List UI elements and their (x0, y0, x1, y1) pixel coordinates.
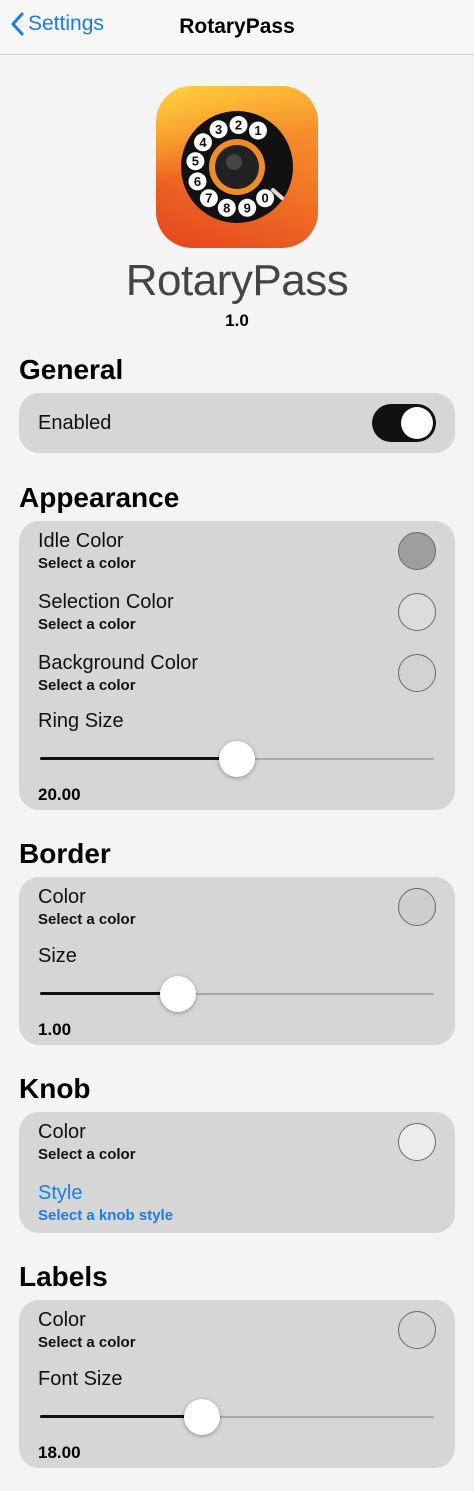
background-color-swatch[interactable] (398, 654, 436, 692)
section-title-appearance: Appearance (19, 482, 180, 513)
app-version: 1.0 (225, 311, 249, 330)
idle-color-label: Idle Color (38, 530, 124, 552)
font-size-value: 18.00 (38, 1443, 81, 1462)
labels-color-swatch[interactable] (398, 1311, 436, 1349)
dial-digit: 7 (205, 191, 212, 206)
knob-color-swatch[interactable] (398, 1123, 436, 1161)
selection-color-sub: Select a color (38, 616, 136, 633)
section-title-knob: Knob (19, 1073, 91, 1104)
labels-color-label: Color (38, 1309, 86, 1331)
dial-digit: 8 (223, 200, 230, 215)
toggle-knob (401, 407, 433, 439)
border-color-sub: Select a color (38, 911, 136, 928)
selection-color-swatch[interactable] (398, 593, 436, 631)
dial-digit: 6 (194, 174, 201, 189)
general-card: Enabled (19, 393, 455, 453)
slider-thumb[interactable] (160, 976, 196, 1012)
selection-color-label: Selection Color (38, 591, 174, 613)
dial-digit: 5 (192, 154, 199, 169)
slider-thumb[interactable] (219, 741, 255, 777)
border-card: Color Select a color Size 1.00 (19, 877, 455, 1045)
navigation-bar: Settings RotaryPass (0, 0, 474, 55)
knob-card: Color Select a color Style Select a knob… (19, 1112, 455, 1233)
dial-digit: 2 (235, 118, 242, 133)
knob-color-label: Color (38, 1121, 86, 1143)
idle-color-swatch[interactable] (398, 532, 436, 570)
background-color-label: Background Color (38, 652, 199, 674)
ring-size-label: Ring Size (38, 710, 124, 732)
font-size-label: Font Size (38, 1368, 123, 1390)
enabled-toggle[interactable] (372, 404, 436, 442)
border-size-value: 1.00 (38, 1020, 72, 1039)
slider-fill (40, 992, 178, 995)
slider-fill (40, 1415, 202, 1418)
knob-style-link[interactable]: Style (38, 1182, 82, 1205)
slider-fill (40, 757, 237, 760)
dial-digit: 9 (244, 200, 251, 215)
ring-size-slider[interactable] (40, 741, 434, 777)
border-size-slider[interactable] (40, 976, 434, 1012)
border-size-label: Size (38, 945, 77, 967)
background-color-sub: Select a color (38, 677, 136, 694)
app-icon: 12345 67890 (156, 86, 318, 248)
enabled-label: Enabled (38, 412, 112, 434)
ring-size-value: 20.00 (38, 785, 81, 804)
slider-thumb[interactable] (184, 1399, 220, 1435)
section-title-general: General (19, 354, 124, 385)
labels-card: Color Select a color Font Size 18.00 (19, 1300, 455, 1468)
section-title-border: Border (19, 838, 111, 869)
dial-digit: 0 (261, 191, 268, 206)
dial-digit: 4 (199, 135, 207, 150)
dial-digit: 1 (254, 123, 261, 138)
page-title: RotaryPass (179, 15, 295, 38)
knob-style-sub[interactable]: Select a knob style (38, 1207, 173, 1224)
section-title-labels: Labels (19, 1261, 108, 1292)
dial-digit: 3 (215, 122, 222, 137)
app-name: RotaryPass (125, 256, 349, 305)
knob-color-sub: Select a color (38, 1146, 136, 1163)
rotary-dial-icon: 12345 678 90 (181, 111, 293, 223)
border-color-label: Color (38, 886, 86, 908)
font-size-slider[interactable] (40, 1399, 434, 1435)
idle-color-sub: Select a color (38, 555, 136, 572)
border-color-swatch[interactable] (398, 888, 436, 926)
labels-color-sub: Select a color (38, 1334, 136, 1351)
appearance-card: Idle Color Select a color Selection Colo… (19, 521, 455, 810)
